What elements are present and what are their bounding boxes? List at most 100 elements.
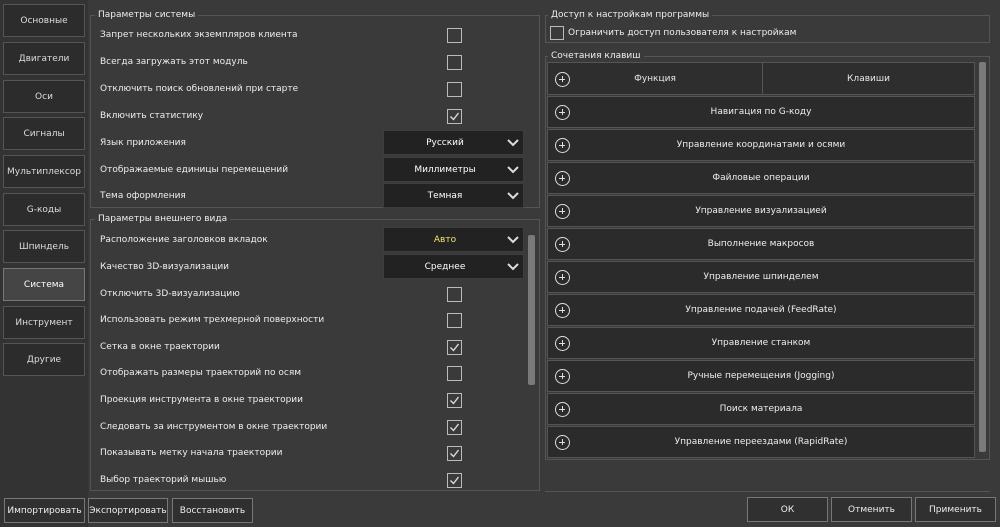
appearance-scrollbar[interactable] bbox=[528, 235, 535, 485]
tab-headers-dropdown[interactable]: Авто bbox=[383, 227, 524, 252]
shortcut-group-row[interactable]: Поиск материала bbox=[547, 393, 975, 425]
shortcuts-header: Функция Клавиши bbox=[547, 62, 975, 95]
tab-tool[interactable]: Инструмент bbox=[3, 306, 85, 339]
tab-axes[interactable]: Оси bbox=[3, 80, 85, 113]
setting-label: Запрет нескольких экземпляров клиента bbox=[100, 30, 298, 40]
tab-basic[interactable]: Основные bbox=[3, 4, 85, 37]
setting-label: Сетка в окне траектории bbox=[100, 342, 220, 352]
tab-spindle[interactable]: Шпиндель bbox=[3, 230, 85, 263]
setting-label: Тема оформления bbox=[100, 191, 186, 201]
shortcut-group-row[interactable]: Управление визуализацией bbox=[547, 195, 975, 227]
restore-button[interactable]: Восстановить bbox=[172, 498, 253, 523]
3d-quality-dropdown[interactable]: Среднее bbox=[383, 254, 524, 279]
tool-projection-checkbox[interactable] bbox=[447, 393, 462, 408]
3d-surface-checkbox[interactable] bbox=[447, 313, 462, 328]
scrollbar-thumb[interactable] bbox=[528, 235, 535, 385]
setting-row: Тема оформления Темная bbox=[91, 183, 539, 209]
follow-tool-checkbox[interactable] bbox=[447, 420, 462, 435]
tab-motors[interactable]: Двигатели bbox=[3, 42, 85, 75]
column-header-keys[interactable]: Клавиши bbox=[763, 74, 974, 84]
units-dropdown[interactable]: Миллиметры bbox=[383, 157, 524, 182]
mouse-select-checkbox[interactable] bbox=[447, 473, 462, 488]
chevron-down-icon bbox=[507, 236, 519, 244]
single-instance-checkbox[interactable] bbox=[447, 28, 462, 43]
shortcut-group-row[interactable]: Управление станком bbox=[547, 327, 975, 359]
enable-stats-checkbox[interactable] bbox=[447, 109, 462, 124]
system-params-panel: Запрет нескольких экземпляров клиента Вс… bbox=[90, 15, 540, 208]
shortcut-group-label: Поиск материала bbox=[719, 404, 803, 414]
shortcut-group-label: Управление подачей (FeedRate) bbox=[685, 305, 837, 315]
setting-row: Язык приложения Русский bbox=[91, 130, 539, 156]
tab-system[interactable]: Система bbox=[3, 268, 85, 301]
shortcut-group-label: Управление станком bbox=[711, 338, 811, 348]
shortcut-group-row[interactable]: Управление шпинделем bbox=[547, 261, 975, 293]
setting-label: Отображать размеры траекторий по осям bbox=[100, 368, 302, 378]
setting-row: Качество 3D-визуализации Среднее bbox=[91, 254, 539, 280]
shortcut-group-row[interactable]: Управление координатами и осями bbox=[547, 129, 975, 161]
tab-multiplexer[interactable]: Мультиплексор bbox=[3, 155, 85, 188]
tab-signals[interactable]: Сигналы bbox=[3, 117, 85, 150]
dropdown-value: Авто bbox=[433, 235, 457, 245]
ok-button[interactable]: ОК bbox=[747, 497, 828, 522]
setting-label: Расположение заголовков вкладок bbox=[100, 235, 268, 245]
disable-3d-checkbox[interactable] bbox=[447, 287, 462, 302]
dropdown-value: Среднее bbox=[424, 262, 466, 272]
setting-row: Показывать метку начала траектории bbox=[91, 440, 539, 466]
import-button[interactable]: Импортировать bbox=[4, 498, 85, 523]
scrollbar-thumb[interactable] bbox=[979, 62, 986, 452]
setting-row: Сетка в окне траектории bbox=[91, 334, 539, 360]
apply-button[interactable]: Применить bbox=[915, 497, 996, 522]
chevron-down-icon bbox=[507, 192, 519, 200]
checkmark-icon bbox=[450, 449, 460, 458]
shortcuts-scrollbar[interactable] bbox=[979, 62, 986, 452]
shortcut-group-label: Управление координатами и осями bbox=[676, 140, 846, 150]
divider bbox=[545, 491, 990, 492]
shortcut-group-row[interactable]: Управление подачей (FeedRate) bbox=[547, 294, 975, 326]
shortcut-group-label: Навигация по G-коду bbox=[710, 107, 812, 117]
appearance-panel: Расположение заголовков вкладок Авто Кач… bbox=[90, 219, 540, 491]
trajectory-dimensions-checkbox[interactable] bbox=[447, 366, 462, 381]
export-button[interactable]: Экспортировать bbox=[88, 498, 168, 523]
access-title: Доступ к настройкам программы bbox=[548, 10, 713, 20]
shortcuts-title: Сочетания клавиш bbox=[548, 51, 644, 61]
setting-label: Всегда загружать этот модуль bbox=[100, 57, 248, 67]
setting-label: Следовать за инструментом в окне траекто… bbox=[100, 422, 328, 432]
setting-row: Отображать размеры траекторий по осям bbox=[91, 360, 539, 386]
setting-label: Отключить 3D-визуализацию bbox=[100, 289, 240, 299]
appearance-title: Параметры внешнего вида bbox=[95, 214, 231, 224]
shortcut-group-row[interactable]: Навигация по G-коду bbox=[547, 96, 975, 128]
setting-row: Отключить 3D-визуализацию bbox=[91, 281, 539, 307]
setting-row: Запрет нескольких экземпляров клиента bbox=[91, 22, 539, 48]
system-params-title: Параметры системы bbox=[95, 10, 199, 20]
checkmark-icon bbox=[450, 343, 460, 352]
setting-row: Отображаемые единицы перемещений Миллиме… bbox=[91, 157, 539, 183]
start-marker-checkbox[interactable] bbox=[447, 446, 462, 461]
cancel-button[interactable]: Отменить bbox=[831, 497, 912, 522]
restrict-access-checkbox[interactable] bbox=[550, 26, 564, 40]
shortcut-group-label: Выполнение макросов bbox=[707, 239, 815, 249]
setting-label: Показывать метку начала траектории bbox=[100, 448, 283, 458]
setting-row: Использовать режим трехмерной поверхност… bbox=[91, 307, 539, 333]
dropdown-value: Русский bbox=[426, 138, 464, 148]
restrict-access-label: Ограничить доступ пользователя к настрой… bbox=[568, 28, 797, 38]
tab-other[interactable]: Другие bbox=[3, 343, 85, 376]
shortcut-group-row[interactable]: Выполнение макросов bbox=[547, 228, 975, 260]
theme-dropdown[interactable]: Темная bbox=[383, 183, 524, 208]
shortcut-group-label: Файловые операции bbox=[712, 173, 810, 183]
trajectory-grid-checkbox[interactable] bbox=[447, 340, 462, 355]
shortcut-group-label: Управление переездами (RapidRate) bbox=[674, 437, 848, 447]
setting-label: Использовать режим трехмерной поверхност… bbox=[100, 315, 325, 325]
tab-gcodes[interactable]: G-коды bbox=[3, 193, 85, 226]
shortcut-group-label: Управление шпинделем bbox=[703, 272, 819, 282]
always-load-checkbox[interactable] bbox=[447, 55, 462, 70]
shortcut-group-row[interactable]: Управление переездами (RapidRate) bbox=[547, 426, 975, 458]
language-dropdown[interactable]: Русский bbox=[383, 130, 524, 155]
shortcut-group-row[interactable]: Ручные перемещения (Jogging) bbox=[547, 360, 975, 392]
setting-row: Расположение заголовков вкладок Авто bbox=[91, 227, 539, 253]
checkmark-icon bbox=[450, 396, 460, 405]
disable-updates-checkbox[interactable] bbox=[447, 82, 462, 97]
dropdown-value: Темная bbox=[427, 191, 463, 201]
shortcut-group-row[interactable]: Файловые операции bbox=[547, 162, 975, 194]
column-header-function[interactable]: Функция bbox=[548, 74, 762, 84]
setting-row: Выбор траекторий мышью bbox=[91, 467, 539, 490]
